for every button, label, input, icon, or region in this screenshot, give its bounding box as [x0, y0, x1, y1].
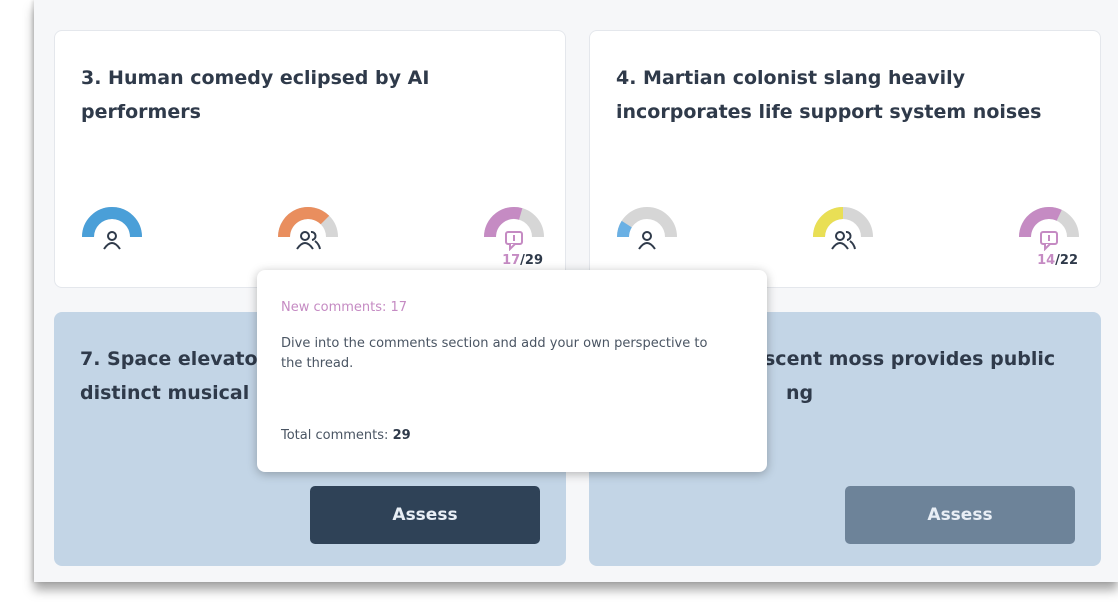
group-gauge-graphic: [813, 207, 873, 250]
person-gauge: [616, 203, 678, 250]
card-title: 7. Space elevato distinct musical: [80, 342, 258, 410]
person-icon: [638, 231, 656, 250]
gauge-fill: [617, 220, 633, 238]
comment-gauge-graphic: [1019, 207, 1079, 251]
card-3[interactable]: 3. Human comedy eclipsed by AI performer…: [54, 30, 566, 288]
comments-gauge[interactable]: [483, 203, 545, 251]
person-gauge-graphic: [617, 207, 677, 250]
card-title-line: scent moss provides public: [764, 348, 1056, 370]
person-icon: [103, 231, 121, 250]
group-gauge: [812, 203, 874, 250]
tooltip-new-comments: New comments: 17: [281, 300, 408, 315]
card-title: 4. Martian colonist slang heavily incorp…: [616, 67, 1042, 123]
group-gauge: [277, 203, 339, 250]
new-comment-count: 17: [502, 253, 521, 268]
total-comment-count: 22: [1059, 253, 1078, 268]
comments-gauge[interactable]: [1018, 203, 1080, 251]
assess-button[interactable]: Assess: [310, 486, 540, 544]
card-title-line: 7. Space elevato: [80, 348, 258, 370]
card-title: scent moss provides public ng: [764, 342, 1055, 410]
tooltip-total-label: Total comments:: [281, 428, 389, 443]
comment-icon: [505, 231, 523, 251]
comments-tooltip: New comments: 17 Dive into the comments …: [257, 270, 767, 472]
card-title-line: distinct musical: [80, 382, 250, 404]
tooltip-total-value: 29: [392, 428, 411, 443]
total-comment-count: 29: [524, 253, 543, 268]
comment-gauge-graphic: [484, 207, 544, 251]
comment-icon: [1040, 231, 1058, 251]
comment-count: 14/22: [1037, 253, 1078, 268]
group-icon: [296, 231, 321, 250]
comment-count: 17/29: [502, 253, 543, 268]
person-gauge-graphic: [82, 207, 142, 250]
card-4[interactable]: 4. Martian colonist slang heavily incorp…: [589, 30, 1101, 288]
tooltip-message: Dive into the comments section and add y…: [281, 336, 708, 371]
person-gauge: [81, 203, 143, 250]
group-gauge-graphic: [278, 207, 338, 250]
tooltip-total-comments: Total comments: 29: [281, 428, 411, 443]
group-icon: [831, 231, 856, 250]
assess-button[interactable]: Assess: [845, 486, 1075, 544]
new-comment-count: 14: [1037, 253, 1056, 268]
card-title-line: ng: [786, 382, 814, 404]
card-title: 3. Human comedy eclipsed by AI performer…: [81, 67, 430, 123]
